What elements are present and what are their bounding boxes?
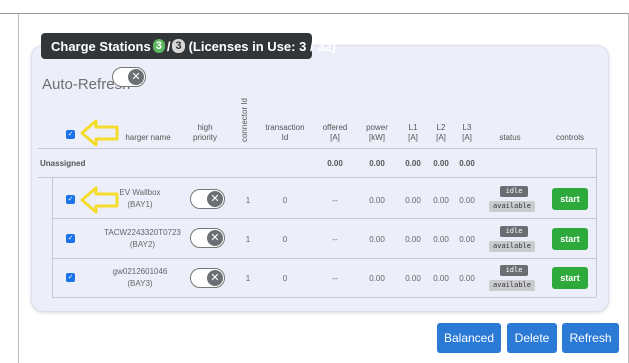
row-select-checkbox[interactable]: ✓ <box>66 195 75 204</box>
stations-total-badge: 3 <box>172 39 185 53</box>
row1-divider <box>52 218 596 219</box>
availability-badge: available <box>489 280 535 291</box>
availability-badge: available <box>489 241 535 252</box>
charger-bay: (BAY1) <box>127 200 153 209</box>
rows-left-border <box>52 177 53 297</box>
col-transaction-id: transaction Id <box>260 123 310 143</box>
group-power: 0.00 <box>369 159 385 168</box>
power-value: 0.00 <box>369 196 385 205</box>
col-charger-name: harger name <box>125 133 171 142</box>
licenses-text: (Licenses in Use: 3 / 32) <box>188 38 336 54</box>
rows-right-border <box>596 148 597 297</box>
col-power-line2: [kW] <box>369 133 385 142</box>
col-offered: offered [A] <box>318 123 352 143</box>
high-priority-toggle[interactable]: ✕ <box>190 189 225 209</box>
header-divider <box>38 148 596 149</box>
offered-value: -- <box>332 196 338 205</box>
l2-value: 0.00 <box>433 235 449 244</box>
col-transaction-line1: transaction <box>265 123 305 132</box>
col-controls: controls <box>555 133 584 142</box>
group-divider <box>38 177 596 178</box>
row3-divider <box>52 297 596 298</box>
yellow-arrow-icon <box>80 119 119 147</box>
delete-button[interactable]: Delete <box>507 323 557 353</box>
col-l1-line1: L1 <box>408 123 418 132</box>
x-icon: ✕ <box>207 230 223 246</box>
charger-name: EV Wallbox <box>119 188 161 197</box>
x-icon: ✕ <box>207 191 223 207</box>
power-value: 0.00 <box>369 235 385 244</box>
transaction-id: 0 <box>282 235 288 244</box>
col-connector-id: connector Id <box>240 97 249 143</box>
charger-bay: (BAY2) <box>129 240 156 249</box>
col-l1: L1 [A] <box>401 123 425 143</box>
row-select-checkbox[interactable]: ✓ <box>66 234 75 243</box>
offered-value: -- <box>332 235 338 244</box>
charger-bay: (BAY3) <box>127 279 153 288</box>
col-l3: L3 [A] <box>455 123 479 143</box>
transaction-id: 0 <box>282 274 288 283</box>
window-top-border <box>0 0 629 14</box>
connector-id: 1 <box>245 196 251 205</box>
col-l1-line2: [A] <box>408 133 418 142</box>
l1-value: 0.00 <box>405 235 421 244</box>
title-text: Charge Stations <box>51 38 151 54</box>
col-offered-line2: [A] <box>330 133 340 142</box>
balanced-button[interactable]: Balanced <box>437 323 501 353</box>
stations-online-badge: 3 <box>152 39 165 53</box>
window-left-border <box>18 14 19 363</box>
col-high-priority-line2: priority <box>192 133 217 142</box>
col-transaction-line2: Id <box>281 133 289 142</box>
col-offered-line1: offered <box>322 123 348 132</box>
group-l2: 0.00 <box>433 159 449 168</box>
col-high-priority-line1: high <box>197 123 213 132</box>
connector-id: 1 <box>245 235 251 244</box>
x-icon: ✕ <box>207 270 223 286</box>
select-all-checkbox[interactable]: ✓ <box>66 130 75 139</box>
high-priority-toggle[interactable]: ✕ <box>190 228 225 248</box>
col-power-line1: power <box>366 123 388 132</box>
offered-value: -- <box>332 274 338 283</box>
group-l1: 0.00 <box>405 159 421 168</box>
col-l3-line1: L3 <box>462 123 472 132</box>
auto-refresh-toggle[interactable]: ✕ <box>112 67 146 87</box>
charger-name: TACW2243320T0723 <box>104 228 181 237</box>
row-select-checkbox[interactable]: ✓ <box>66 273 75 282</box>
l3-value: 0.00 <box>459 235 475 244</box>
col-l2-line1: L2 <box>436 123 446 132</box>
status-badge: idle <box>500 265 528 276</box>
l1-value: 0.00 <box>405 196 421 205</box>
row2-divider <box>52 258 596 259</box>
title-separator: / <box>166 38 171 54</box>
group-name: Unassigned <box>40 159 86 168</box>
l2-value: 0.00 <box>433 274 449 283</box>
connector-id: 1 <box>245 274 251 283</box>
group-l3: 0.00 <box>459 159 475 168</box>
col-l2-line2: [A] <box>436 133 446 142</box>
col-l2: L2 [A] <box>429 123 453 143</box>
l2-value: 0.00 <box>433 196 449 205</box>
start-button[interactable]: start <box>552 188 588 210</box>
transaction-id: 0 <box>282 196 288 205</box>
high-priority-toggle[interactable]: ✕ <box>190 268 225 288</box>
col-l3-line2: [A] <box>462 133 472 142</box>
power-value: 0.00 <box>369 274 385 283</box>
start-button[interactable]: start <box>552 228 588 250</box>
refresh-button[interactable]: Refresh <box>562 323 619 353</box>
col-status: status <box>499 133 521 142</box>
start-button[interactable]: start <box>552 267 588 289</box>
charge-stations-title: Charge Stations 3 / 3 (Licenses in Use: … <box>41 33 336 59</box>
col-high-priority: high priority <box>185 123 225 143</box>
charger-name: gw0212601046 <box>112 267 168 276</box>
status-badge: idle <box>500 226 528 237</box>
status-badge: idle <box>500 186 528 197</box>
l3-value: 0.00 <box>459 274 475 283</box>
l1-value: 0.00 <box>405 274 421 283</box>
availability-badge: available <box>489 201 535 212</box>
x-icon: ✕ <box>128 69 144 85</box>
group-offered: 0.00 <box>327 159 343 168</box>
l3-value: 0.00 <box>459 196 475 205</box>
col-power: power [kW] <box>360 123 394 143</box>
